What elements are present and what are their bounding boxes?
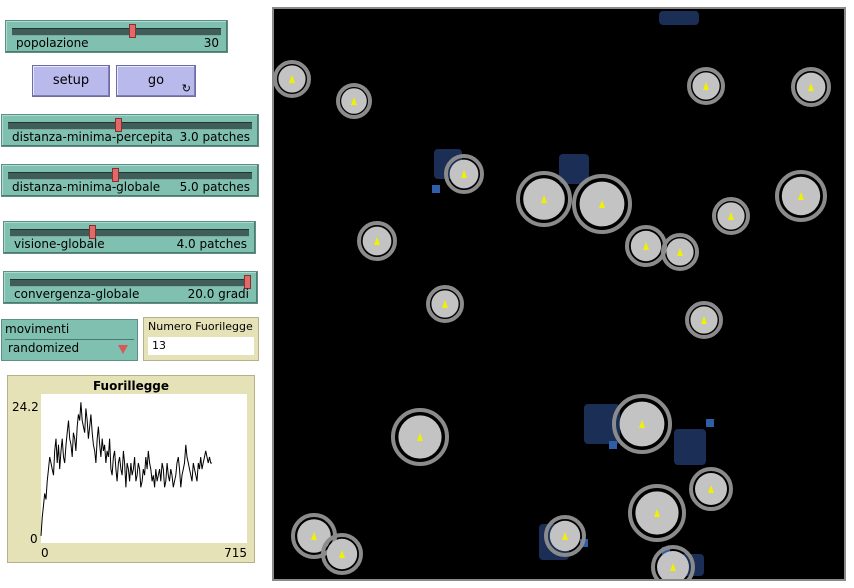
slider-label: convergenza-globale — [14, 287, 140, 301]
setup-button-label: setup — [52, 73, 90, 88]
plot-fuorillegge: Fuorillegge 24.2 0 0 715 — [7, 375, 255, 563]
slider-value: 30 — [203, 36, 219, 50]
slider-value: 4.0 patches — [176, 237, 247, 251]
outlaw-marker — [432, 185, 440, 193]
slider-value: 3.0 patches — [179, 130, 250, 144]
monitor-value: 13 — [148, 337, 254, 355]
forever-icon: ↻ — [181, 82, 191, 95]
world-view[interactable] — [272, 7, 846, 581]
plot-area — [41, 394, 247, 543]
slider-track[interactable] — [12, 28, 221, 36]
slider-track[interactable] — [8, 122, 252, 130]
slider-label: popolazione — [16, 36, 89, 50]
slider-value: 5.0 patches — [179, 180, 250, 194]
slider-distanza-minima-globale[interactable]: distanza-minima-globale 5.0 patches — [1, 164, 259, 197]
monitor-label: Numero Fuorilegge — [148, 320, 253, 333]
slider-track[interactable] — [8, 172, 252, 180]
outlaw-marker — [706, 419, 714, 427]
slider-visione-globale[interactable]: visione-globale 4.0 patches — [3, 221, 256, 254]
slider-label: distanza-minima-globale — [12, 180, 161, 194]
chooser-select[interactable]: randomized — [5, 339, 134, 358]
go-button-label: go — [147, 73, 165, 88]
plot-canvas: 24.2 0 0 715 — [12, 394, 247, 560]
y-min-label: 0 — [30, 532, 38, 546]
chooser-value: randomized — [8, 341, 80, 355]
slider-convergenza-globale[interactable]: convergenza-globale 20.0 gradi — [3, 271, 258, 304]
chooser-movimenti[interactable]: movimenti randomized — [1, 319, 138, 361]
slider-popolazione[interactable]: popolazione 30 — [5, 20, 228, 53]
outlaw-patch — [674, 429, 706, 465]
x-min-label: 0 — [41, 546, 49, 560]
slider-track[interactable] — [10, 229, 249, 237]
slider-label: visione-globale — [14, 237, 105, 251]
slider-label: distanza-minima-percepita — [12, 130, 173, 144]
slider-track[interactable] — [10, 279, 251, 287]
chooser-label: movimenti — [5, 322, 70, 336]
x-max-label: 715 — [224, 546, 247, 560]
slider-thumb[interactable] — [129, 24, 137, 38]
y-max-label: 24.2 — [12, 400, 39, 414]
go-button[interactable]: go ↻ — [116, 65, 196, 97]
outlaw-marker — [609, 441, 617, 449]
setup-button[interactable]: setup — [32, 65, 110, 97]
dropdown-arrow-icon[interactable] — [118, 345, 128, 354]
slider-value: 20.0 gradi — [187, 287, 249, 301]
monitor-numero-fuorilegge: Numero Fuorilegge 13 — [143, 317, 259, 361]
outlaw-patch — [659, 11, 699, 25]
slider-distanza-minima-percepita[interactable]: distanza-minima-percepita 3.0 patches — [1, 114, 259, 147]
world-canvas[interactable] — [274, 9, 844, 579]
